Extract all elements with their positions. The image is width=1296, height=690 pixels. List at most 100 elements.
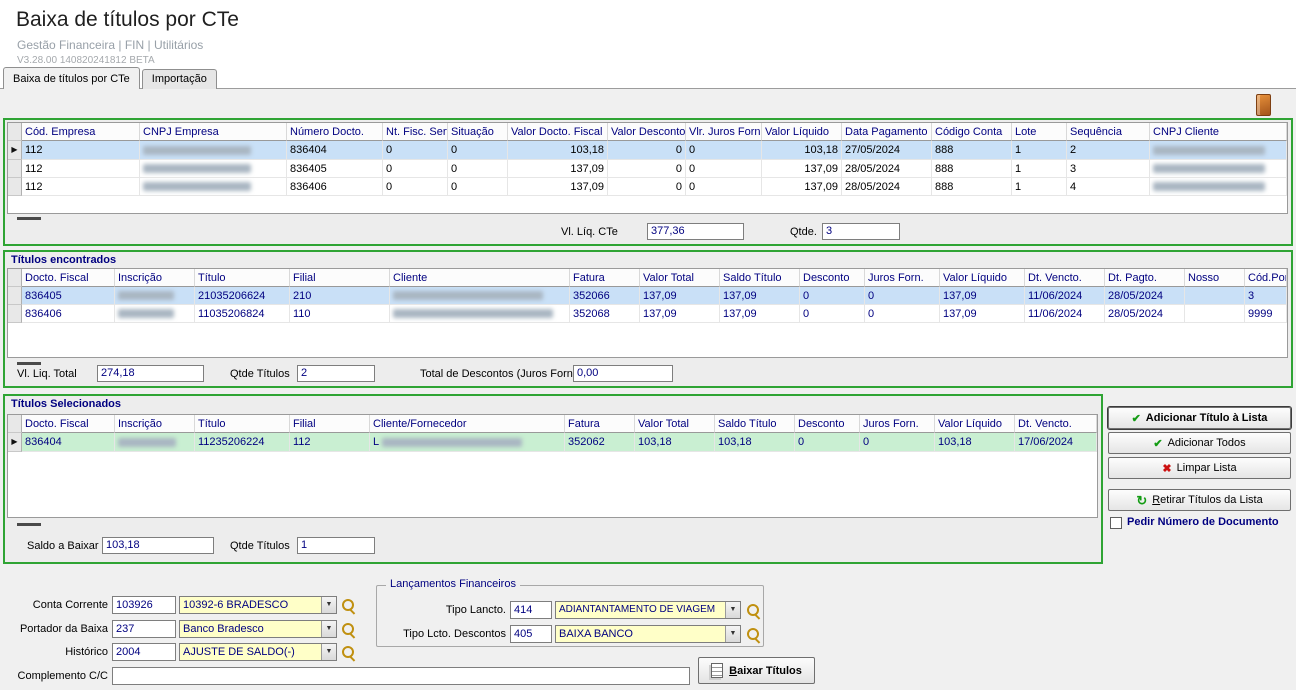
conta-corrente-combo[interactable]: 10392-6 BRADESCO ▼	[179, 596, 337, 614]
remove-titles-button[interactable]: ↻ Retirar Títulos da Lista	[1108, 489, 1291, 511]
table-row[interactable]: 112 836406 0 0 137,09 0 0 137,09 28/05/2…	[8, 178, 1287, 196]
historico-search-icon[interactable]	[341, 645, 356, 660]
row-selector	[8, 287, 22, 305]
cell: 137,09	[940, 287, 1025, 305]
tipo-lancto-search-icon[interactable]	[746, 603, 761, 618]
chevron-down-icon[interactable]: ▼	[321, 644, 336, 660]
ledger-icon[interactable]	[1256, 94, 1271, 116]
redacted-value	[382, 438, 522, 447]
vl-liq-cte-value: 377,36	[647, 223, 744, 240]
tipo-lancto-code-input[interactable]	[510, 601, 552, 619]
table-row[interactable]: 836406 11035206824 110 352068 137,09 137…	[8, 305, 1287, 323]
tipo-desconto-combo[interactable]: BAIXA BANCO ▼	[555, 625, 741, 643]
cell: 28/05/2024	[842, 178, 932, 196]
portador-code-input[interactable]	[112, 620, 176, 638]
cell: 11035206824	[195, 305, 290, 323]
table-row[interactable]: 836405 21035206624 210 352066 137,09 137…	[8, 287, 1287, 305]
tipo-desconto-label: Tipo Lcto. Descontos	[384, 626, 506, 643]
redacted-value	[118, 309, 174, 318]
chevron-down-icon[interactable]: ▼	[725, 626, 740, 642]
h-scroll-thumb[interactable]	[17, 523, 41, 526]
tipo-lancto-label: Tipo Lancto.	[384, 602, 506, 619]
column-header: Título	[195, 269, 290, 287]
tipo-desconto-search-icon[interactable]	[746, 627, 761, 642]
panel-title: Títulos Selecionados	[11, 398, 121, 410]
row-selector: ▶	[8, 433, 22, 452]
cell: 112	[290, 433, 370, 452]
chevron-down-icon[interactable]: ▼	[321, 597, 336, 613]
cell: 0	[608, 141, 686, 160]
column-header: CNPJ Empresa	[140, 123, 287, 141]
version-label: V3.28.00 140820241812 BETA	[17, 55, 155, 66]
column-header: Fatura	[565, 415, 635, 433]
redacted-cell	[140, 160, 287, 178]
add-all-button[interactable]: ✔ Adicionar Todos	[1108, 432, 1291, 454]
chevron-down-icon[interactable]: ▼	[725, 602, 740, 618]
conta-corrente-search-icon[interactable]	[341, 598, 356, 613]
cell: 110	[290, 305, 390, 323]
conta-corrente-combo-value: 10392-6 BRADESCO	[183, 599, 288, 611]
selected-gridbox: Docto. Fiscal Inscrição Título Filial Cl…	[7, 414, 1098, 518]
qtde-cte-label: Qtde.	[790, 224, 817, 241]
cell: 137,09	[640, 305, 720, 323]
conta-corrente-code-input[interactable]	[112, 596, 176, 614]
current-row-arrow: ▶	[8, 141, 21, 159]
header-row: Docto. Fiscal Inscrição Título Filial Cl…	[8, 415, 1097, 433]
redacted-cell	[140, 141, 287, 160]
tipo-lancto-combo[interactable]: ADIANTANTAMENTO DE VIAGEM ▼	[555, 601, 741, 619]
tab-importacao[interactable]: Importação	[142, 69, 217, 89]
qtde-cte-value: 3	[822, 223, 900, 240]
cell: 0	[800, 287, 865, 305]
h-scroll-thumb[interactable]	[17, 362, 41, 365]
saldo-a-baixar-value: 103,18	[102, 537, 214, 554]
column-header: Valor Total	[635, 415, 715, 433]
redacted-cell	[115, 287, 195, 305]
ask-doc-number-checkbox[interactable]	[1110, 517, 1122, 529]
cell: 28/05/2024	[1105, 287, 1185, 305]
chevron-down-icon[interactable]: ▼	[321, 621, 336, 637]
cte-panel: Cód. Empresa CNPJ Empresa Número Docto. …	[3, 118, 1293, 246]
h-scroll-thumb[interactable]	[17, 217, 41, 220]
table-row[interactable]: ▶ 836404 11235206224 112 L 352062 103,18…	[8, 433, 1097, 452]
cell: 27/05/2024	[842, 141, 932, 160]
baixar-titulos-button[interactable]: Baixar Títulos	[698, 657, 815, 684]
table-row[interactable]: ▶ 112 836404 0 0 103,18 0 0 103,18 27/05…	[8, 141, 1287, 160]
tab-baixa-titulos[interactable]: Baixa de títulos por CTe	[3, 67, 140, 89]
cell: 11/06/2024	[1025, 305, 1105, 323]
add-title-button[interactable]: ✔ Adicionar Título à Lista	[1108, 407, 1291, 429]
current-row-arrow: ▶	[8, 433, 21, 451]
cell: 3	[1245, 287, 1287, 305]
clear-list-button[interactable]: ✖ Limpar Lista	[1108, 457, 1291, 479]
cell: 0	[860, 433, 935, 452]
complemento-input[interactable]	[112, 667, 690, 685]
found-gridbox: Docto. Fiscal Inscrição Título Filial Cl…	[7, 268, 1288, 358]
column-header: Juros Forn.	[865, 269, 940, 287]
cell: 210	[290, 287, 390, 305]
redacted-value	[143, 146, 251, 155]
cell: L	[370, 433, 565, 452]
redacted-value	[393, 309, 553, 318]
portador-combo[interactable]: Banco Bradesco ▼	[179, 620, 337, 638]
total-descontos-value: 0,00	[573, 365, 673, 382]
cell: 0	[608, 160, 686, 178]
column-header: Inscrição	[115, 415, 195, 433]
table-row[interactable]: 112 836405 0 0 137,09 0 0 137,09 28/05/2…	[8, 160, 1287, 178]
cell: 888	[932, 160, 1012, 178]
cell: 103,18	[762, 141, 842, 160]
document-icon	[711, 663, 723, 678]
qtde-titulos-label: Qtde Títulos	[230, 366, 290, 383]
row-selector: ▶	[8, 141, 22, 160]
row-selector-header	[8, 123, 22, 141]
column-header: Inscrição	[115, 269, 195, 287]
titulos-selecionados-panel: Títulos Selecionados Docto. Fiscal Inscr…	[3, 394, 1103, 564]
redacted-value	[143, 182, 251, 191]
historico-combo[interactable]: AJUSTE DE SALDO(-) ▼	[179, 643, 337, 661]
redacted-cell	[1150, 178, 1287, 196]
portador-search-icon[interactable]	[341, 622, 356, 637]
tipo-desconto-code-input[interactable]	[510, 625, 552, 643]
historico-code-input[interactable]	[112, 643, 176, 661]
selected-grid: Docto. Fiscal Inscrição Título Filial Cl…	[8, 415, 1097, 452]
refresh-icon: ↻	[1136, 495, 1147, 506]
column-header: Valor Desconto	[608, 123, 686, 141]
cte-grid: Cód. Empresa CNPJ Empresa Número Docto. …	[8, 123, 1287, 196]
